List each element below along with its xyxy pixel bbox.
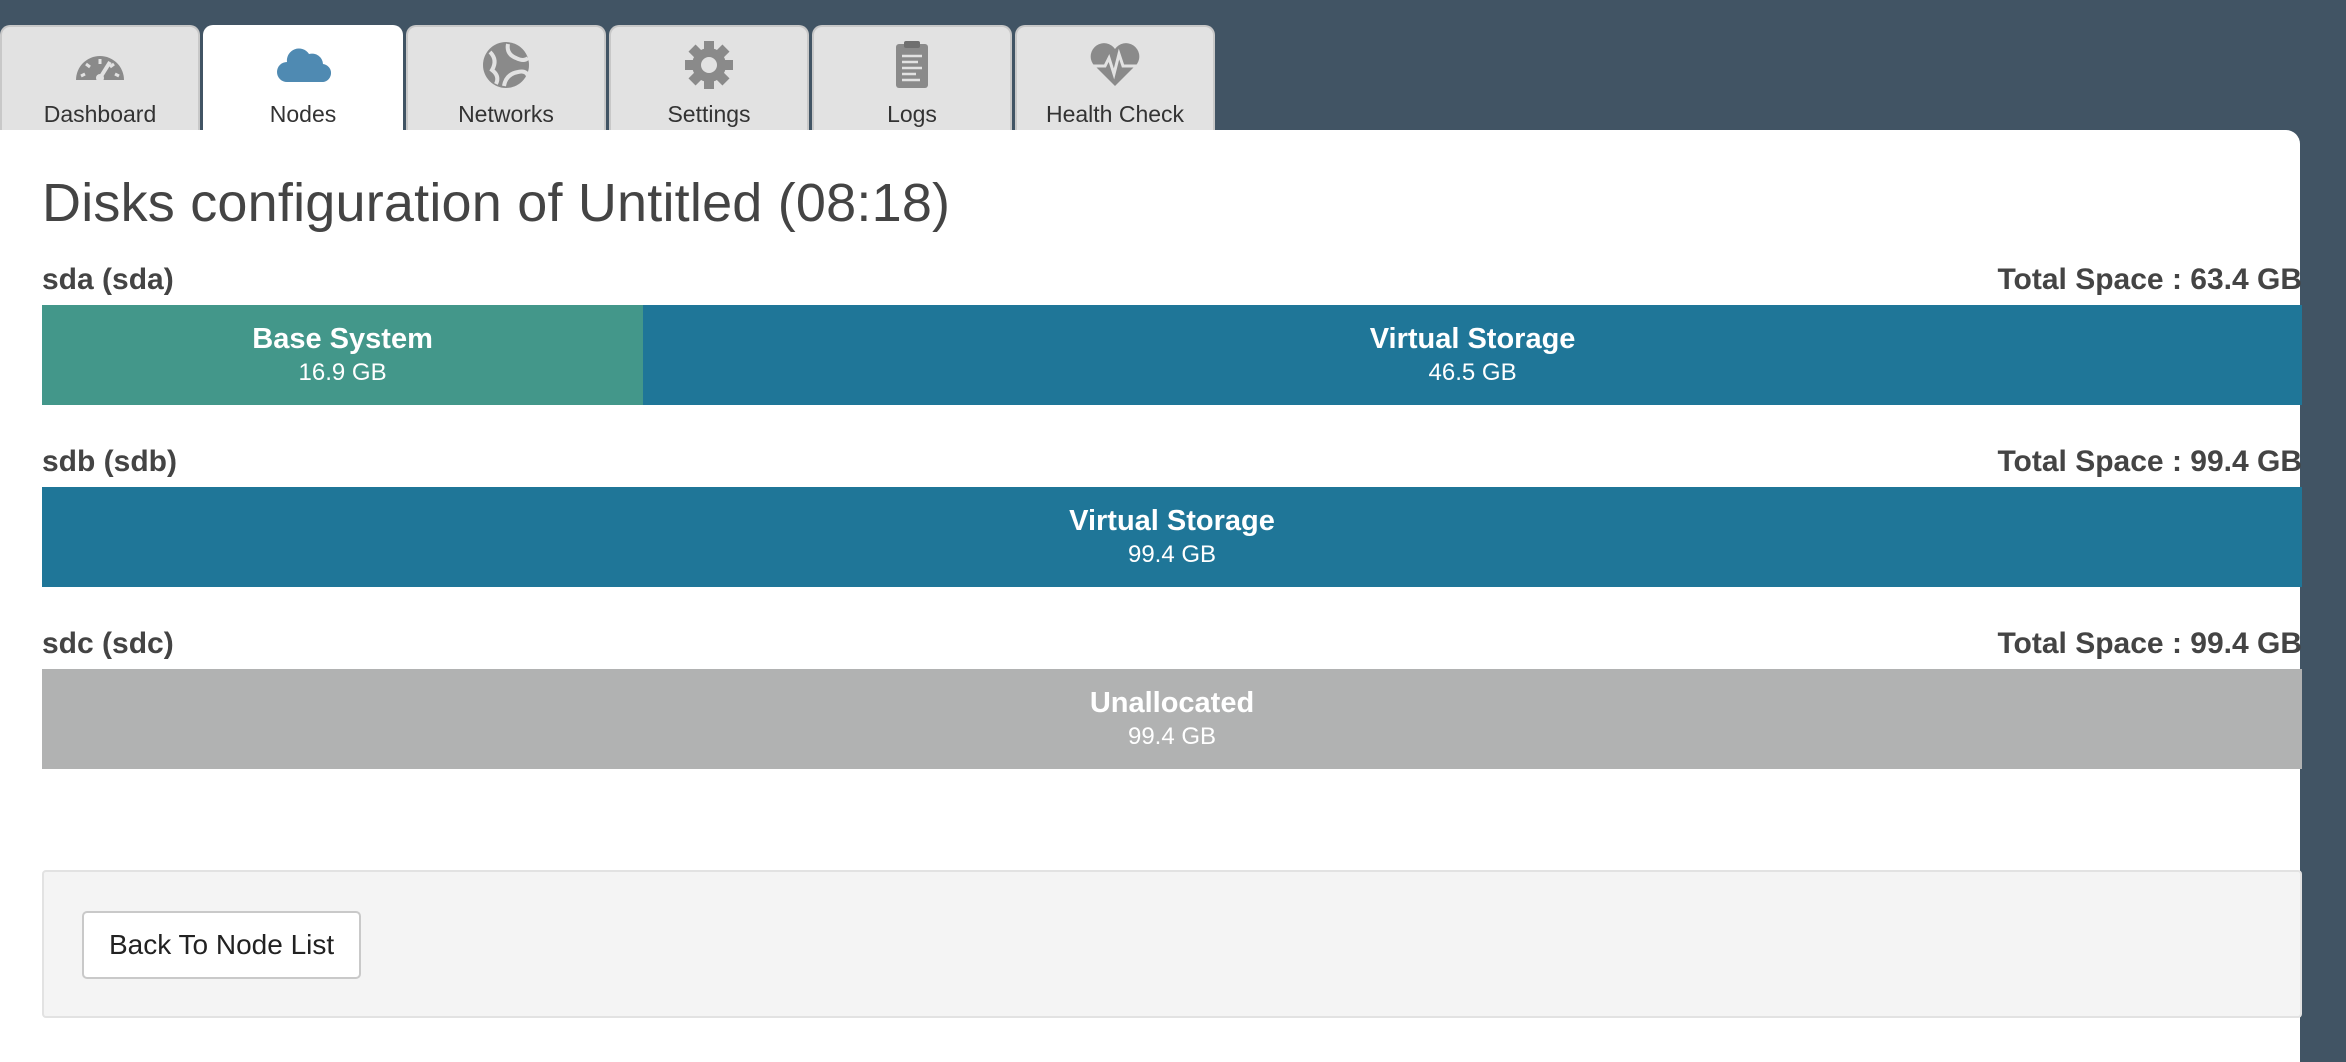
- tab-logs[interactable]: Logs: [812, 25, 1012, 130]
- tab-networks[interactable]: Networks: [406, 25, 606, 130]
- back-to-node-list-button[interactable]: Back To Node List: [82, 911, 362, 979]
- disk-sda: sda (sda) Total Space : 63.4 GB Base Sys…: [42, 255, 2302, 405]
- segment-base-system[interactable]: Base System 16.9 GB: [42, 305, 644, 405]
- tab-bar: Dashboard Nodes Networks Settings Logs H…: [0, 25, 1218, 133]
- segment-size: 99.4 GB: [1127, 723, 1217, 750]
- segment-size: 16.9 GB: [298, 359, 387, 386]
- disk-total-space: Total Space : 99.4 GB: [1997, 445, 2302, 478]
- segment-name: Unallocated: [1089, 687, 1255, 719]
- disk-sdb: sdb (sdb) Total Space : 99.4 GB Virtual …: [42, 437, 2302, 587]
- tab-health-check[interactable]: Health Check: [1015, 25, 1215, 130]
- gear-icon: [681, 39, 737, 91]
- disk-header: sdb (sdb) Total Space : 99.4 GB: [42, 437, 2302, 487]
- disk-bar: Unallocated 99.4 GB: [42, 669, 2302, 769]
- segment-name: Virtual Storage: [1369, 323, 1576, 355]
- disk-name: sdb (sdb): [42, 445, 177, 478]
- tab-label: Networks: [458, 101, 554, 127]
- segment-name: Virtual Storage: [1069, 505, 1275, 537]
- tab-label: Settings: [667, 101, 751, 127]
- clipboard-icon: [884, 39, 940, 91]
- segment-name: Base System: [252, 323, 433, 355]
- tab-label: Logs: [887, 101, 937, 127]
- disk-header: sdc (sdc) Total Space : 99.4 GB: [42, 619, 2302, 669]
- disk-total-space: Total Space : 63.4 GB: [1997, 263, 2302, 296]
- segment-unallocated[interactable]: Unallocated 99.4 GB: [42, 669, 2302, 769]
- tab-dashboard[interactable]: Dashboard: [0, 25, 200, 130]
- segment-size: 46.5 GB: [1428, 359, 1517, 386]
- segment-virtual-storage[interactable]: Virtual Storage 46.5 GB: [643, 305, 2302, 405]
- tab-label: Nodes: [269, 101, 337, 127]
- cloud-icon: [275, 39, 331, 91]
- content-panel: Disks configuration of Untitled (08:18) …: [0, 130, 2302, 1062]
- segment-virtual-storage[interactable]: Virtual Storage 99.4 GB: [42, 487, 2302, 587]
- tab-nodes[interactable]: Nodes: [203, 25, 403, 133]
- disk-bar: Base System 16.9 GB Virtual Storage 46.5…: [42, 305, 2302, 405]
- disk-name: sda (sda): [42, 263, 174, 296]
- tab-settings[interactable]: Settings: [609, 25, 809, 130]
- page-title: Disks configuration of Untitled (08:18): [42, 173, 951, 233]
- disk-sdc: sdc (sdc) Total Space : 99.4 GB Unalloca…: [42, 619, 2302, 769]
- segment-size: 99.4 GB: [1127, 541, 1217, 568]
- disk-bar: Virtual Storage 99.4 GB: [42, 487, 2302, 587]
- heartbeat-icon: [1087, 39, 1143, 91]
- footer-actions: Back To Node List: [42, 870, 2302, 1018]
- speedometer-icon: [72, 39, 128, 91]
- disk-header: sda (sda) Total Space : 63.4 GB: [42, 255, 2302, 305]
- globe-icon: [478, 39, 534, 91]
- tab-label: Health Check: [1045, 101, 1185, 127]
- tab-label: Dashboard: [43, 101, 157, 127]
- disk-name: sdc (sdc): [42, 627, 174, 660]
- disk-total-space: Total Space : 99.4 GB: [1997, 627, 2302, 660]
